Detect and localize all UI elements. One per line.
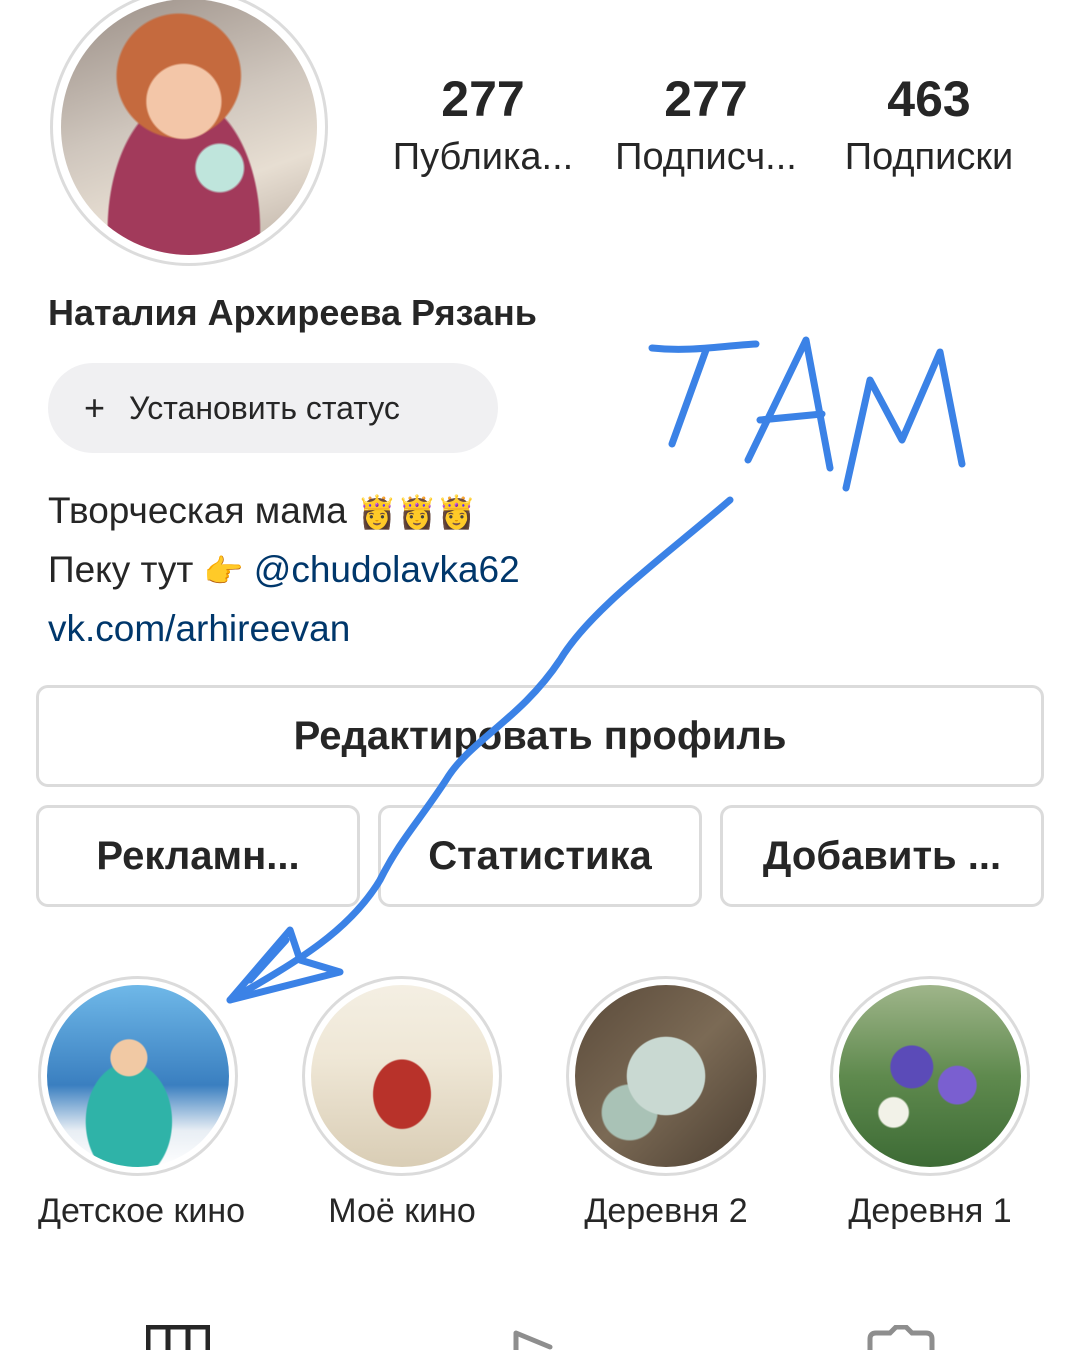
letter-m [842, 348, 966, 492]
letter-t-stem [668, 346, 710, 448]
handwritten-annotation [226, 336, 966, 1004]
arrow-stroke [226, 496, 734, 1004]
letter-a [744, 336, 834, 472]
